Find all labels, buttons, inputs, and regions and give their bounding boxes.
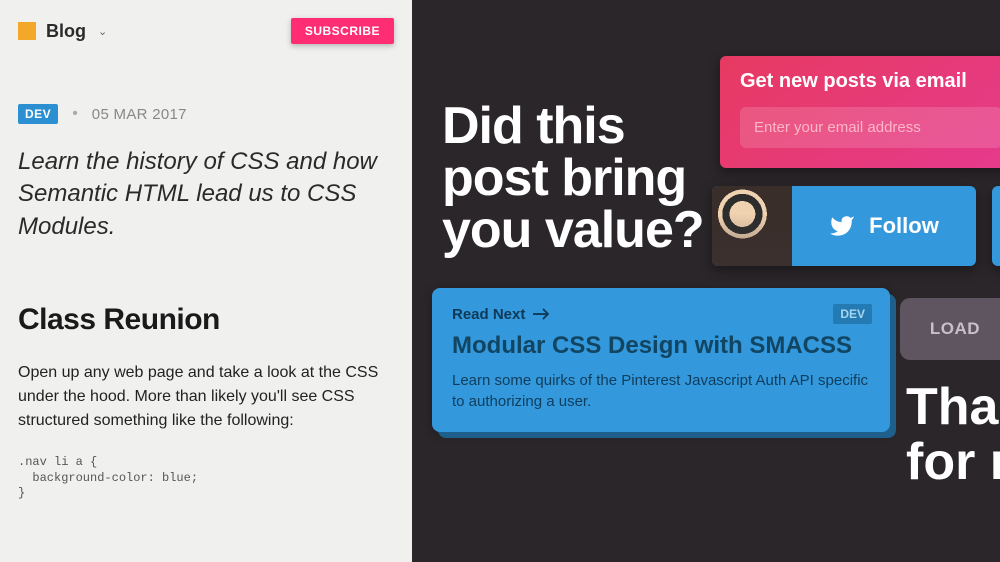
value-question: Did this post bring you value? — [442, 100, 704, 256]
brand-title: Blog — [46, 21, 86, 42]
read-next-title: Modular CSS Design with SMACSS — [452, 332, 872, 360]
thanks-line: Tha — [906, 380, 1000, 435]
post-intro: Learn the history of CSS and how Semanti… — [18, 146, 394, 243]
email-field[interactable] — [740, 107, 1000, 148]
cta-column: Did this post bring you value? Get new p… — [412, 0, 1000, 562]
value-question-line: you value? — [442, 204, 704, 256]
brand[interactable]: Blog ⌄ — [18, 21, 107, 42]
read-next-header: Read Next DEV — [452, 304, 872, 324]
avatar — [712, 186, 792, 266]
follow-body: Follow — [792, 213, 976, 239]
follow-card-peek[interactable] — [992, 186, 1000, 266]
thanks-text: Tha for r — [906, 380, 1000, 489]
post-date: 05 MAR 2017 — [92, 106, 187, 123]
category-tag[interactable]: DEV — [18, 104, 58, 124]
value-question-line: post bring — [442, 152, 704, 204]
code-block: .nav li a { background-color: blue; } — [18, 455, 394, 502]
twitter-icon — [829, 213, 855, 239]
read-next-tag: DEV — [833, 304, 872, 324]
follow-label: Follow — [869, 213, 939, 239]
site-header: Blog ⌄ SUBSCRIBE — [18, 18, 394, 44]
load-more-button[interactable]: LOAD — [900, 298, 1000, 360]
read-next-desc: Learn some quirks of the Pinterest Javas… — [452, 370, 872, 412]
article-column: Blog ⌄ SUBSCRIBE DEV • 05 MAR 2017 Learn… — [0, 0, 412, 562]
post-meta: DEV • 05 MAR 2017 — [18, 104, 394, 124]
section-heading: Class Reunion — [18, 303, 394, 337]
follow-card[interactable]: Follow — [712, 186, 976, 266]
post-body: Open up any web page and take a look at … — [18, 361, 394, 433]
read-next-label-text: Read Next — [452, 306, 525, 323]
brand-logo-icon — [18, 22, 36, 40]
meta-separator: • — [72, 105, 78, 123]
arrow-right-icon — [533, 307, 551, 321]
subscribe-button[interactable]: SUBSCRIBE — [291, 18, 394, 44]
newsletter-card: Get new posts via email — [720, 56, 1000, 168]
value-question-line: Did this — [442, 100, 704, 152]
chevron-down-icon: ⌄ — [98, 25, 107, 38]
newsletter-title: Get new posts via email — [740, 70, 1000, 93]
read-next-card[interactable]: Read Next DEV Modular CSS Design with SM… — [432, 288, 890, 432]
read-next-label: Read Next — [452, 306, 551, 323]
thanks-line: for r — [906, 435, 1000, 490]
